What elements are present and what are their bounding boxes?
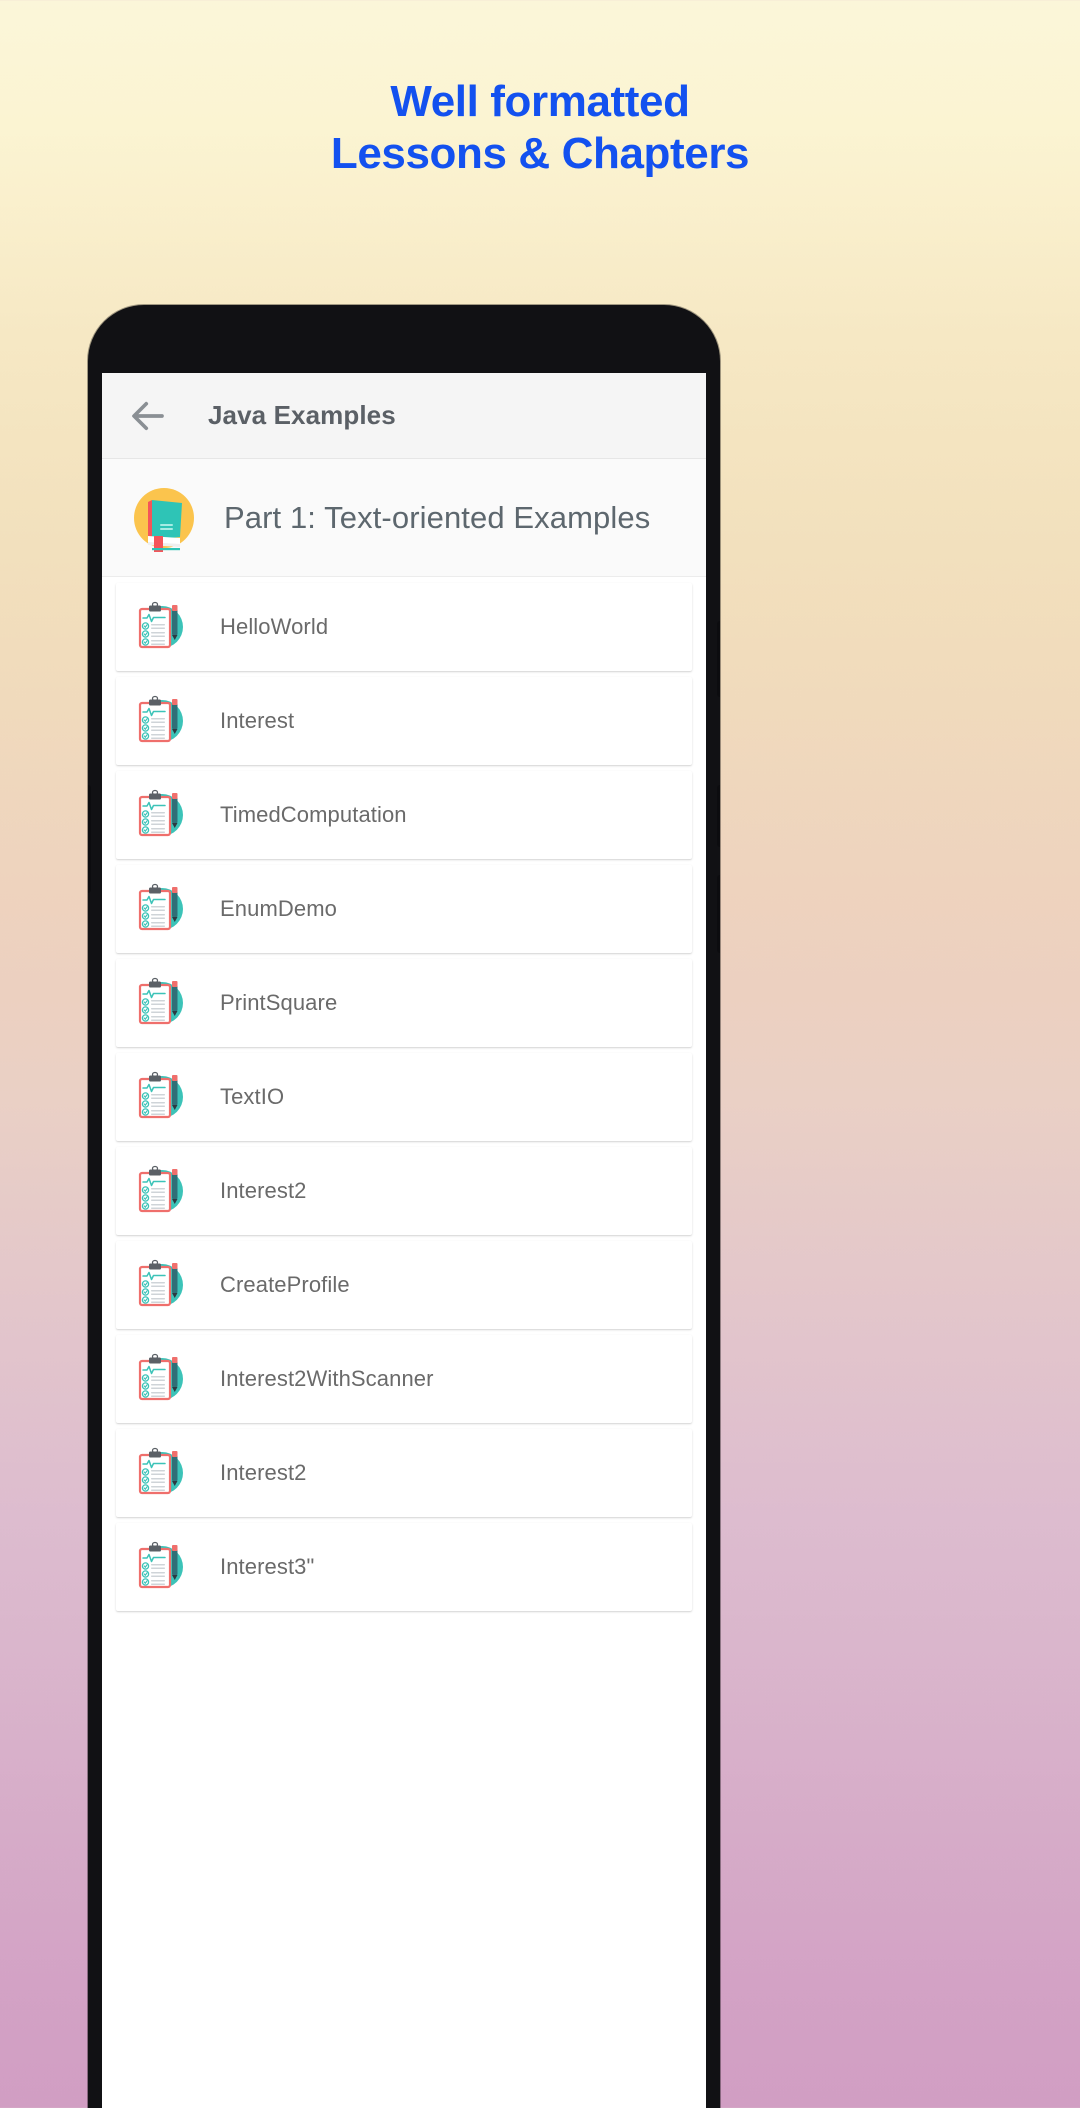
phone-power-button[interactable] bbox=[717, 621, 720, 697]
list-item[interactable]: Interest2 bbox=[116, 1147, 692, 1235]
list-item[interactable]: Interest2 bbox=[116, 1429, 692, 1517]
book-icon bbox=[126, 480, 202, 556]
app-bar-title: Java Examples bbox=[208, 400, 396, 430]
list-item-label: Interest2 bbox=[220, 1460, 307, 1485]
clipboard-checklist-icon bbox=[134, 1351, 190, 1407]
list-item-label: PrintSquare bbox=[220, 990, 338, 1015]
list-item-label: CreateProfile bbox=[220, 1272, 350, 1297]
phone-left-volume-button[interactable] bbox=[88, 785, 91, 893]
list-item-label: Interest bbox=[220, 708, 295, 733]
clipboard-checklist-icon bbox=[134, 1445, 190, 1501]
promo-headline-line-2: Lessons & Chapters bbox=[330, 128, 750, 178]
arrow-left-icon[interactable] bbox=[126, 394, 170, 438]
list-item[interactable]: PrintSquare bbox=[116, 959, 692, 1047]
clipboard-checklist-icon bbox=[134, 1539, 190, 1595]
clipboard-checklist-icon bbox=[134, 1069, 190, 1125]
phone-volume-down-button[interactable] bbox=[717, 875, 720, 953]
phone-volume-up-button[interactable] bbox=[717, 785, 720, 847]
clipboard-checklist-icon bbox=[134, 975, 190, 1031]
chapter-header[interactable]: Part 1: Text-oriented Examples bbox=[102, 459, 706, 577]
examples-list: HelloWorld Interest TimedComputation Enu… bbox=[102, 583, 706, 1611]
list-item[interactable]: CreateProfile bbox=[116, 1241, 692, 1329]
list-item[interactable]: HelloWorld bbox=[116, 583, 692, 671]
list-item-label: Interest2WithScanner bbox=[220, 1366, 434, 1391]
list-item-label: Interest3" bbox=[220, 1554, 315, 1579]
clipboard-checklist-icon bbox=[134, 881, 190, 937]
clipboard-checklist-icon bbox=[134, 599, 190, 655]
list-item[interactable]: Interest2WithScanner bbox=[116, 1335, 692, 1423]
list-item-label: EnumDemo bbox=[220, 896, 337, 921]
clipboard-checklist-icon bbox=[134, 1163, 190, 1219]
app-bar: Java Examples bbox=[102, 373, 706, 459]
list-item[interactable]: TimedComputation bbox=[116, 771, 692, 859]
clipboard-checklist-icon bbox=[134, 693, 190, 749]
phone-mockup: Java Examples Part 1: Text-oriented Exam… bbox=[88, 305, 720, 2108]
promo-headline-line-1: Well formatted bbox=[390, 77, 690, 126]
list-item-label: HelloWorld bbox=[220, 614, 329, 639]
list-item[interactable]: EnumDemo bbox=[116, 865, 692, 953]
list-item-label: Interest2 bbox=[220, 1178, 307, 1203]
list-item[interactable]: Interest3" bbox=[116, 1523, 692, 1611]
list-item[interactable]: TextIO bbox=[116, 1053, 692, 1141]
clipboard-checklist-icon bbox=[134, 1257, 190, 1313]
list-item[interactable]: Interest bbox=[116, 677, 692, 765]
promo-headline: Well formatted Lessons & Chapters bbox=[0, 76, 1080, 180]
list-item-label: TimedComputation bbox=[220, 802, 407, 827]
clipboard-checklist-icon bbox=[134, 787, 190, 843]
list-item-label: TextIO bbox=[220, 1084, 285, 1109]
phone-screen: Java Examples Part 1: Text-oriented Exam… bbox=[102, 373, 706, 2108]
chapter-title: Part 1: Text-oriented Examples bbox=[224, 499, 651, 535]
